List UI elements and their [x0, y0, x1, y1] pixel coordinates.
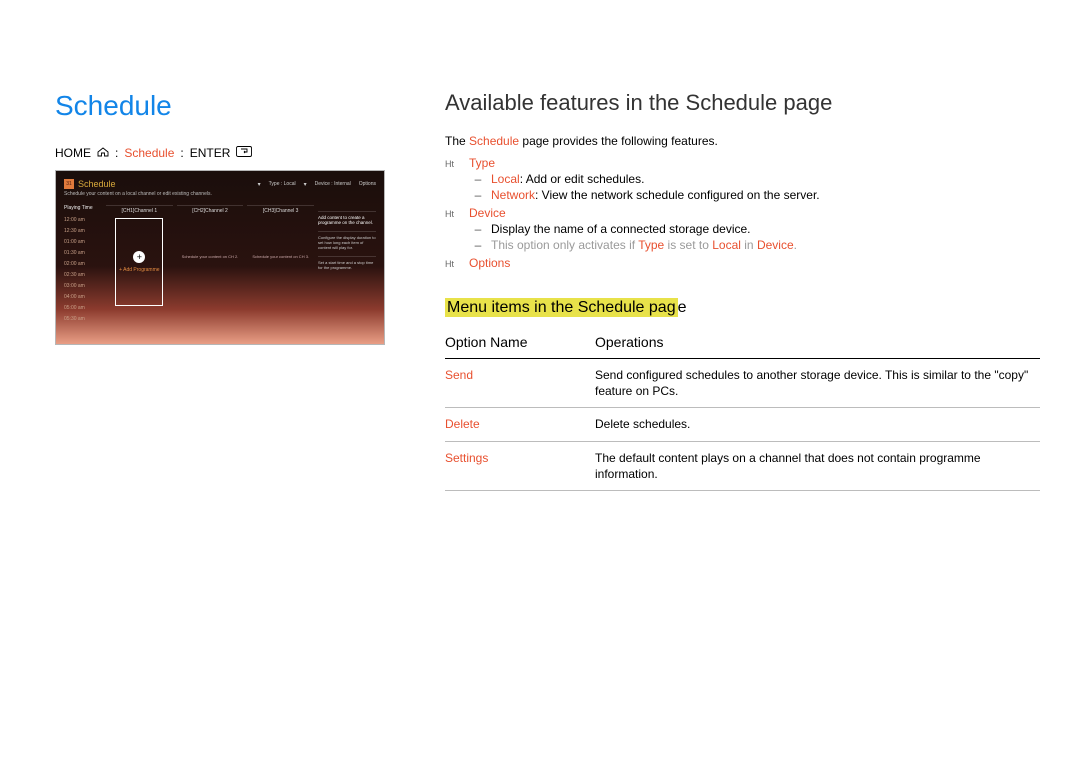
ui-channel-2: [CH2]Channel 2 Schedule your content on …	[177, 205, 244, 325]
ui-type-label: Type : Local	[269, 181, 296, 187]
options-table: Option Name Operations Send Send configu…	[445, 328, 1040, 491]
ui-add-programme-box: + + Add Programme	[115, 218, 163, 306]
breadcrumb-home: HOME	[55, 146, 91, 160]
table-row: Settings The default content plays on a …	[445, 441, 1040, 490]
ui-time: 04:00 am	[64, 292, 102, 303]
ui-options-label: Options	[359, 181, 376, 187]
type-local-desc: : Add or edit schedules.	[520, 172, 645, 186]
ui-header: Schedule ▾ Type : Local ▾ Device : Inter…	[64, 179, 376, 189]
schedule-ui-preview: Schedule ▾ Type : Local ▾ Device : Inter…	[55, 170, 385, 345]
option-name: Delete	[445, 408, 595, 441]
ui-ch3-text: Schedule your content on CH 3.	[247, 254, 314, 259]
ui-channel-3: [CH3]Channel 3 Schedule your content on …	[247, 205, 314, 325]
ui-time-column: Playing Time 12:00 am 12:30 am 01:00 am …	[64, 205, 102, 325]
dash-icon: –	[473, 238, 483, 252]
intro-line: The Schedule page provides the following…	[445, 134, 1040, 148]
bullet-icon: Ht	[445, 159, 461, 169]
enter-icon	[236, 146, 252, 160]
bullet-icon: Ht	[445, 259, 461, 269]
breadcrumb-enter: ENTER	[190, 146, 231, 160]
ui-channel-1: [CH1]Channel 1 + + Add Programme	[106, 205, 173, 325]
breadcrumb: HOME : Schedule : ENTER	[55, 146, 385, 160]
option-desc: The default content plays on a channel t…	[595, 441, 1040, 490]
chevron-down-icon: ▾	[304, 181, 307, 188]
ui-side-3: Set a start time and a stop time for the…	[318, 260, 373, 270]
heading-highlight: Menu items in the Schedule pag	[445, 298, 678, 317]
option-name: Settings	[445, 441, 595, 490]
ui-side-1: Add content to create a programme on the…	[318, 215, 373, 225]
ui-title: Schedule	[78, 179, 116, 189]
ui-add-programme-label: + Add Programme	[119, 267, 159, 273]
dash-icon: –	[473, 188, 483, 202]
dash-icon: –	[473, 172, 483, 186]
intro-schedule: Schedule	[469, 134, 519, 148]
breadcrumb-sep: :	[180, 146, 183, 160]
plus-icon: +	[133, 251, 145, 263]
device-note-type: Type	[638, 238, 664, 252]
ui-time: 12:30 am	[64, 226, 102, 237]
intro-c: page provides the following features.	[519, 134, 718, 148]
ui-time: 03:00 am	[64, 281, 102, 292]
device-note-g: .	[794, 238, 797, 252]
ui-time: 02:30 am	[64, 270, 102, 281]
table-header-operations: Operations	[595, 328, 1040, 359]
dash-icon: –	[473, 222, 483, 236]
type-local-key: Local	[491, 172, 520, 186]
ui-side-hints: Add content to create a programme on the…	[318, 205, 376, 325]
device-note-e: in	[741, 238, 757, 252]
ui-time: 12:00 am	[64, 215, 102, 226]
device-line-1: Display the name of a connected storage …	[491, 222, 751, 236]
intro-a: The	[445, 134, 469, 148]
bullet-icon: Ht	[445, 209, 461, 219]
section-heading-features: Available features in the Schedule page	[445, 90, 1040, 116]
ui-time: 05:00 am	[64, 303, 102, 314]
feature-device: Device	[469, 206, 506, 220]
ui-side-2: Configure the display duration to set ho…	[318, 235, 376, 250]
feature-list: Ht Type – Local: Add or edit schedules. …	[445, 156, 1040, 270]
ui-time-header: Playing Time	[64, 205, 102, 211]
ui-subtitle: Schedule your content on a local channel…	[64, 191, 376, 197]
option-desc: Send configured schedules to another sto…	[595, 359, 1040, 408]
ui-device-label: Device : Internal	[315, 181, 351, 187]
type-network-key: Network	[491, 188, 535, 202]
device-note-local: Local	[712, 238, 741, 252]
option-desc: Delete schedules.	[595, 408, 1040, 441]
device-note-c: is set to	[664, 238, 712, 252]
chevron-down-icon: ▾	[258, 181, 261, 188]
device-note-a: This option only activates if	[491, 238, 638, 252]
type-local-line: Local: Add or edit schedules.	[491, 172, 644, 186]
table-row: Delete Delete schedules.	[445, 408, 1040, 441]
calendar-icon	[64, 179, 74, 189]
type-network-line: Network: View the network schedule confi…	[491, 188, 820, 202]
type-network-desc: : View the network schedule configured o…	[535, 188, 820, 202]
feature-options: Options	[469, 256, 510, 270]
right-column: Available features in the Schedule page …	[445, 90, 1040, 723]
device-note-device: Device	[757, 238, 794, 252]
heading-tail: e	[678, 299, 687, 316]
home-icon	[97, 146, 109, 160]
ui-time: 01:30 am	[64, 248, 102, 259]
option-name: Send	[445, 359, 595, 408]
device-note: This option only activates if Type is se…	[491, 238, 797, 252]
left-column: Schedule HOME : Schedule : ENTER Schedul…	[55, 90, 385, 723]
ui-ch2-text: Schedule your content on CH 2.	[177, 254, 244, 259]
breadcrumb-sep: :	[115, 146, 118, 160]
ui-ch2-name: [CH2]Channel 2	[177, 208, 244, 214]
ui-time: 01:00 am	[64, 237, 102, 248]
ui-time: 02:00 am	[64, 259, 102, 270]
breadcrumb-schedule: Schedule	[124, 146, 174, 160]
page-title: Schedule	[55, 90, 385, 122]
feature-type: Type	[469, 156, 495, 170]
ui-time: 05:30 am	[64, 314, 102, 325]
section-heading-menu-items: Menu items in the Schedule page	[445, 298, 687, 318]
ui-ch1-name: [CH1]Channel 1	[106, 208, 173, 214]
table-row: Send Send configured schedules to anothe…	[445, 359, 1040, 408]
table-header-option-name: Option Name	[445, 328, 595, 359]
ui-ch3-name: [CH3]Channel 3	[247, 208, 314, 214]
